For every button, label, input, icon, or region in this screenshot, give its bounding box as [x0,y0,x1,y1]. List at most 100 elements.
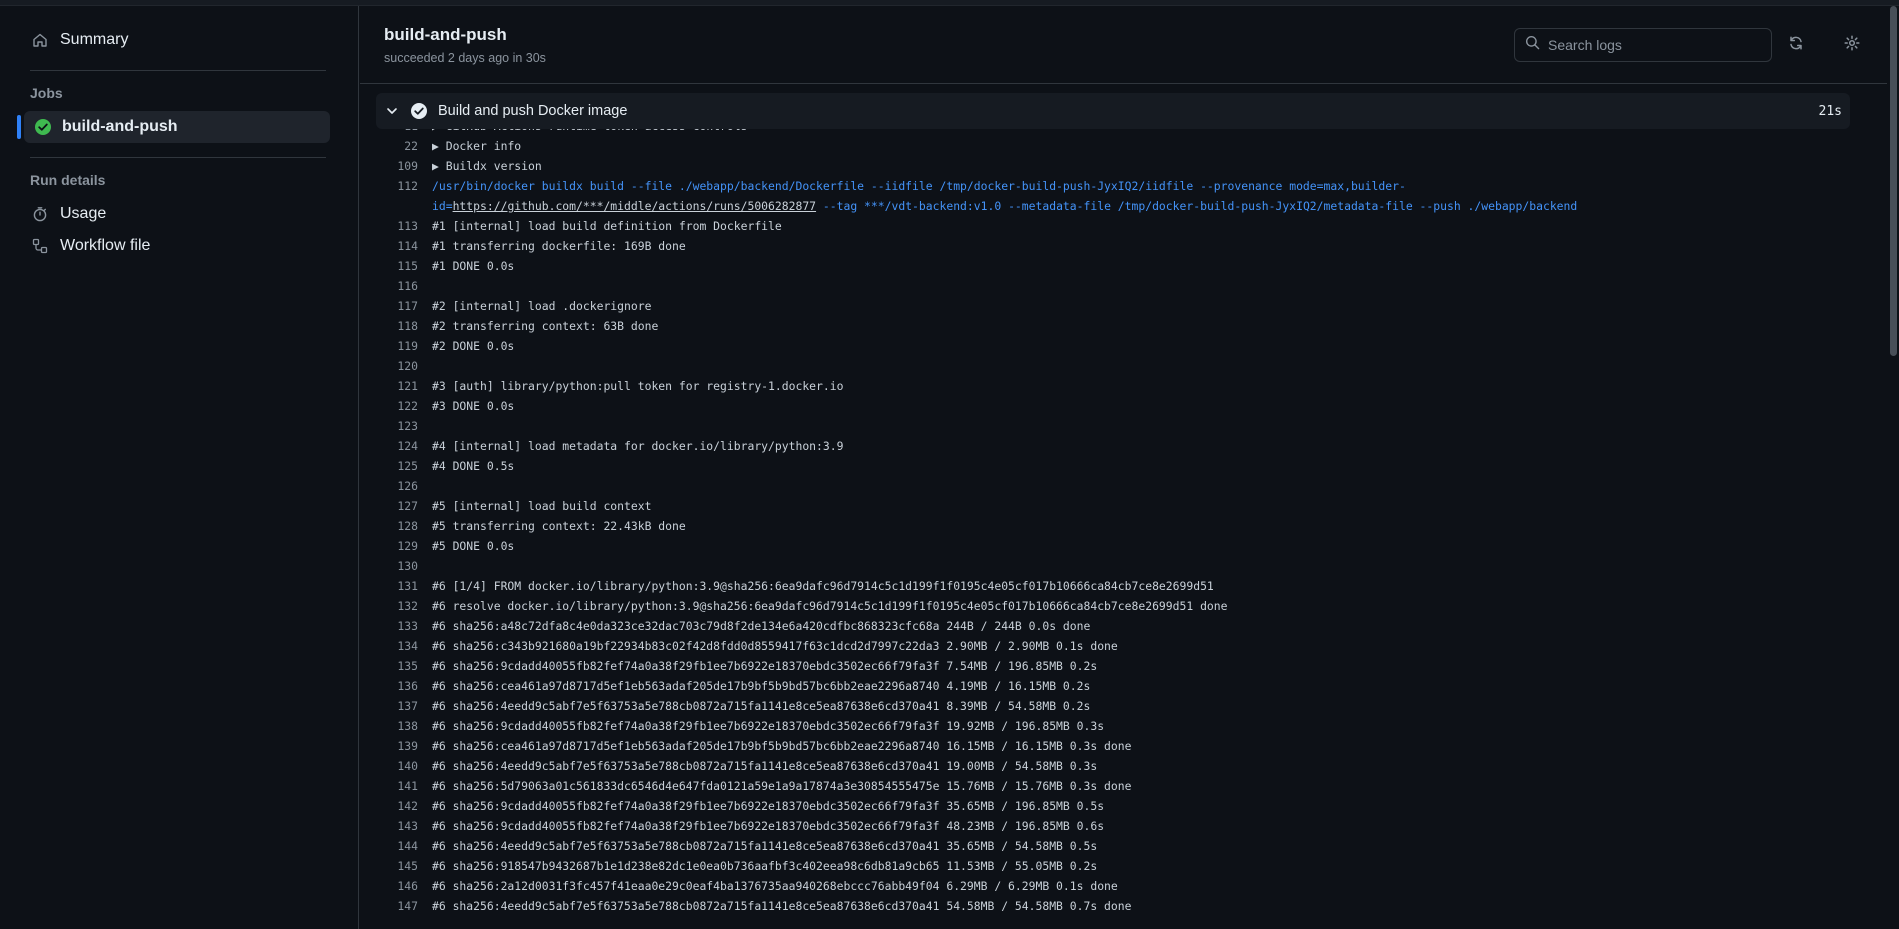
log-line-number[interactable]: 123 [376,416,418,436]
log-line: 142 #6 sha256:9cdadd40055fb82fef74a0a38f2… [376,796,1850,816]
log-line-number[interactable]: 147 [376,896,418,916]
log-line-text: #6 sha256:cea461a97d8717d5ef1eb563adaf20… [432,739,1132,753]
log-line-text: #3 [auth] library/python:pull token for … [432,379,844,393]
log-group-toggle[interactable]: Buildx version [418,156,542,176]
search-input[interactable] [1548,37,1758,53]
search-icon [1525,35,1540,55]
refresh-button[interactable] [1785,34,1807,56]
log-line-number[interactable]: 140 [376,756,418,776]
log-line-number[interactable]: 134 [376,636,418,656]
workflow-icon [30,236,50,256]
log-line: 116 [376,276,1850,296]
log-line-number[interactable]: 116 [376,276,418,296]
log-line: 125 #4 DONE 0.5s [376,456,1850,476]
log-group-toggle[interactable]: GitHub Actions runtime token access cont… [418,129,748,136]
settings-button[interactable] [1841,34,1863,56]
log-line: 140 #6 sha256:4eedd9c5abf7e5f63753a5e788c… [376,756,1850,776]
log-line: 141 #6 sha256:5d79063a01c561833dc6546d4e6… [376,776,1850,796]
check-circle-icon [34,118,52,136]
log-line-number[interactable]: 138 [376,716,418,736]
chevron-down-icon[interactable] [384,103,400,119]
sidebar-item-workflow-file[interactable]: Workflow file [22,230,336,262]
home-icon [30,30,50,50]
log-line-number[interactable]: 128 [376,516,418,536]
sidebar-item-summary[interactable]: Summary [22,24,336,56]
log-line[interactable]: 11GitHub Actions runtime token access co… [376,129,1850,136]
log-line-number[interactable]: 133 [376,616,418,636]
log-line-number[interactable]: 124 [376,436,418,456]
log-line-number[interactable]: 109 [376,156,418,176]
log-line-text: #6 sha256:4eedd9c5abf7e5f63753a5e788cb08… [432,839,1098,853]
command-text: --tag ***/vdt-backend:v1.0 --metadata-fi… [816,199,1578,213]
log-line-number[interactable]: 143 [376,816,418,836]
log-line-text: #6 sha256:a48c72dfa8c4e0da323ce32dac703c… [432,619,1091,633]
log-line-number[interactable]: 142 [376,796,418,816]
log-line: 126 [376,476,1850,496]
log-line-text: #1 transferring dockerfile: 169B done [432,239,686,253]
log-line-number[interactable]: 131 [376,576,418,596]
log-line-number[interactable]: 11 [376,129,418,136]
scrollbar[interactable] [1887,6,1899,929]
log-line-text: #6 sha256:9cdadd40055fb82fef74a0a38f29fb… [432,799,1105,813]
log-line[interactable]: 22Docker info [376,136,1850,156]
log-line-number[interactable]: 129 [376,536,418,556]
main-panel: build-and-push succeeded 2 days ago in 3… [360,6,1899,929]
log-line-number[interactable]: 126 [376,476,418,496]
log-line-number[interactable]: 125 [376,456,418,476]
log-line-number[interactable]: 137 [376,696,418,716]
log-line-number[interactable]: 119 [376,336,418,356]
sidebar: Summary Jobs build-and-push Run details … [0,6,359,929]
log-line-text [418,556,432,576]
step-header[interactable]: Build and push Docker image 21s [376,93,1850,129]
sidebar-item-usage[interactable]: Usage [22,198,336,230]
log-line-text: #1 [internal] load build definition from… [432,219,782,233]
log-line: 120 [376,356,1850,376]
log-line-number[interactable]: 117 [376,296,418,316]
divider [30,70,326,71]
log-line-number[interactable]: 136 [376,676,418,696]
log-line: 121 #3 [auth] library/python:pull token f… [376,376,1850,396]
log-line-text: #6 sha256:2a12d0031f3fc457f41eaa0e29c0ea… [432,879,1118,893]
log-line-number[interactable]: 146 [376,876,418,896]
log-line-number[interactable]: 141 [376,776,418,796]
scrollbar-thumb[interactable] [1890,6,1897,356]
sidebar-item-build-and-push[interactable]: build-and-push [17,111,330,143]
log-line: 122 #3 DONE 0.0s [376,396,1850,416]
log-line-number[interactable]: 132 [376,596,418,616]
log-line-number[interactable]: 127 [376,496,418,516]
log-line-text [418,356,432,376]
log-line-number[interactable]: 121 [376,376,418,396]
log-line-text: #3 DONE 0.0s [432,399,515,413]
log-line: 130 [376,556,1850,576]
log-line-number[interactable]: 135 [376,656,418,676]
log-line: 124 #4 [internal] load metadata for docke… [376,436,1850,456]
log-line: 146 #6 sha256:2a12d0031f3fc457f41eaa0e29c… [376,876,1850,896]
log-line-number[interactable]: 144 [376,836,418,856]
log-line-text: #1 DONE 0.0s [432,259,515,273]
log-line[interactable]: 109Buildx version [376,156,1850,176]
log-line-number[interactable]: 139 [376,736,418,756]
log-line-number[interactable]: 22 [376,136,418,156]
log-line-text: #6 sha256:cea461a97d8717d5ef1eb563adaf20… [432,679,1091,693]
refresh-icon [1788,35,1804,56]
log-line-number[interactable]: 114 [376,236,418,256]
log-line: 138 #6 sha256:9cdadd40055fb82fef74a0a38f2… [376,716,1850,736]
log-line-number[interactable]: 120 [376,356,418,376]
run-link[interactable]: https://github.com/***/middle/actions/ru… [453,199,816,213]
log-line-text: #6 [1/4] FROM docker.io/library/python:3… [432,579,1214,593]
log-line-text: #5 DONE 0.0s [432,539,515,553]
log-line-text: #6 sha256:9cdadd40055fb82fef74a0a38f29fb… [432,719,1105,733]
log-line-number[interactable]: 122 [376,396,418,416]
log-line-number[interactable]: 112 [376,176,418,216]
log-line-text: #6 sha256:9cdadd40055fb82fef74a0a38f29fb… [432,819,1105,833]
search-box[interactable] [1514,28,1772,62]
sidebar-item-label: Summary [60,31,129,48]
log-line-number[interactable]: 130 [376,556,418,576]
log-line: 114 #1 transferring dockerfile: 169B done [376,236,1850,256]
log-line-number[interactable]: 115 [376,256,418,276]
log-group-toggle[interactable]: Docker info [418,136,521,156]
log-line-number[interactable]: 145 [376,856,418,876]
log-line-number[interactable]: 113 [376,216,418,236]
log-line-number[interactable]: 118 [376,316,418,336]
stopwatch-icon [30,204,50,224]
